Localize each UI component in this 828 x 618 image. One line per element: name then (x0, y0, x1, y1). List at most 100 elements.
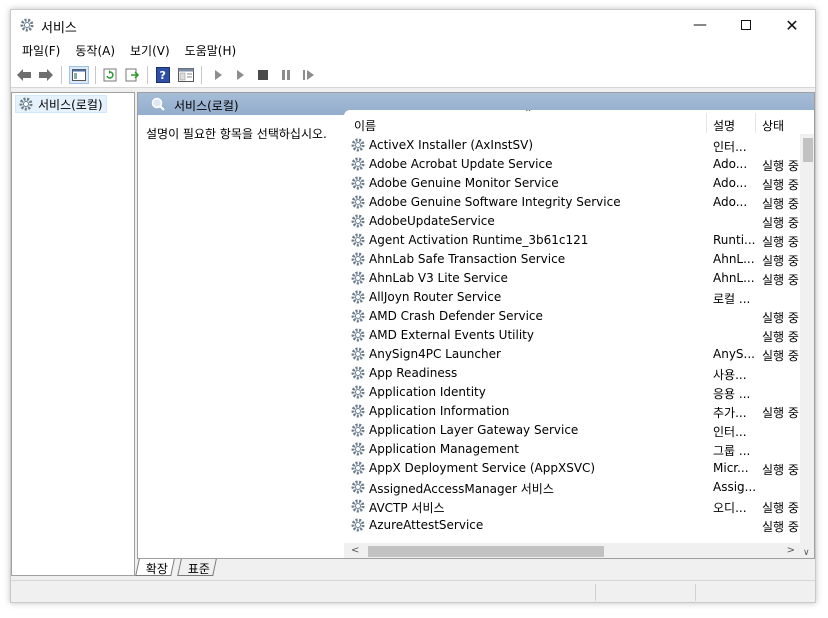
table-row[interactable]: Application Information 추가... 실행 중 (344, 402, 800, 421)
service-name: Adobe Genuine Monitor Service (369, 176, 559, 190)
service-status: 실행 중 (762, 330, 799, 344)
table-row[interactable]: AnySign4PC Launcher AnyS... 실행 중 (344, 345, 800, 364)
service-gear-icon (350, 156, 366, 175)
back-arrow-icon (17, 69, 31, 81)
vertical-scroll-thumb[interactable] (803, 138, 813, 162)
service-status: 실행 중 (762, 178, 799, 192)
export-list-button[interactable] (123, 66, 141, 84)
service-gear-icon (350, 289, 366, 308)
service-description: 오디... (713, 501, 747, 515)
service-description: Runti... (713, 233, 756, 247)
service-status: 실행 중 (762, 501, 799, 515)
table-row[interactable]: AMD Crash Defender Service 실행 중 (344, 307, 800, 326)
minimize-icon: — (693, 17, 707, 33)
table-row[interactable]: AssignedAccessManager 서비스 Assig... (344, 478, 800, 497)
service-description: Ado... (713, 157, 748, 171)
refresh-button[interactable] (101, 66, 119, 84)
start-service-alt-button[interactable] (231, 66, 249, 84)
menu-view[interactable]: 보기(V) (123, 40, 178, 62)
service-status: 실행 중 (762, 311, 799, 325)
service-description: 인터... (713, 425, 747, 439)
table-row[interactable]: AhnLab V3 Lite Service AhnL... 실행 중 (344, 269, 800, 288)
refresh-icon (103, 68, 117, 82)
show-hide-console-tree-icon (72, 69, 86, 81)
service-name: AllJoyn Router Service (369, 290, 502, 304)
table-row[interactable]: AVCTP 서비스 오디... 실행 중 (344, 497, 800, 516)
table-row[interactable]: AdobeUpdateService 실행 중 (344, 212, 800, 231)
properties-icon (178, 68, 194, 82)
restart-service-button[interactable] (300, 66, 318, 84)
stop-service-button[interactable] (254, 66, 272, 84)
column-header-description[interactable]: 설명 (713, 117, 735, 134)
menu-action[interactable]: 동작(A) (68, 40, 123, 62)
minimize-button[interactable]: — (677, 10, 723, 40)
table-row[interactable]: Adobe Genuine Software Integrity Service… (344, 193, 800, 212)
service-gear-icon (350, 327, 366, 346)
pause-service-button[interactable] (277, 66, 295, 84)
table-row[interactable]: Adobe Acrobat Update Service Ado... 실행 중 (344, 155, 800, 174)
show-hide-console-tree-button[interactable] (69, 66, 89, 84)
service-description: Ado... (713, 195, 748, 209)
scroll-down-icon[interactable]: ∨ (803, 548, 810, 558)
toolbar: ? (11, 62, 815, 88)
scroll-left-icon[interactable]: < (351, 545, 359, 556)
table-row[interactable]: Application Layer Gateway Service 인터... (344, 421, 800, 440)
table-row[interactable]: Adobe Genuine Monitor Service Ado... 실행 중 (344, 174, 800, 193)
window-title: 서비스 (41, 21, 77, 36)
sort-ascending-icon: ⌃ (524, 110, 533, 119)
console-tree: 서비스(로컬) (11, 92, 135, 576)
service-status: 실행 중 (762, 273, 799, 287)
table-row[interactable]: AllJoyn Router Service 로컬 ... (344, 288, 800, 307)
svg-text:?: ? (160, 69, 166, 82)
menu-file[interactable]: 파일(F) (15, 40, 68, 62)
column-divider[interactable] (706, 113, 707, 133)
table-row[interactable]: AMD External Events Utility 실행 중 (344, 326, 800, 345)
start-service-button[interactable] (209, 66, 227, 84)
table-row[interactable]: AppX Deployment Service (AppXSVC) Micr...… (344, 459, 800, 478)
tab-standard[interactable]: 표준 (177, 559, 217, 576)
column-divider[interactable] (755, 113, 756, 133)
help-button[interactable]: ? (154, 66, 172, 84)
table-row[interactable]: AhnLab Safe Transaction Service AhnL... 실행… (344, 250, 800, 269)
service-gear-icon (350, 251, 366, 270)
service-gear-icon (350, 308, 366, 327)
export-list-icon (125, 68, 139, 82)
service-gear-icon (350, 365, 366, 384)
maximize-icon (741, 20, 751, 30)
forward-button[interactable] (37, 66, 55, 84)
service-status: 실행 중 (762, 254, 799, 268)
back-button[interactable] (15, 66, 33, 84)
maximize-button[interactable] (723, 10, 769, 40)
table-row[interactable]: ActiveX Installer (AxInstSV) 인터... (344, 136, 800, 155)
scroll-right-icon[interactable]: > (787, 545, 795, 556)
toolbar-separator (201, 66, 202, 84)
vertical-scrollbar[interactable]: ∨ (800, 134, 814, 558)
services-list: ⌃ 이름 설명 상태 ActiveX Installer (AxInstSV) 인… (344, 110, 814, 558)
column-header-status[interactable]: 상태 (762, 117, 784, 134)
table-row[interactable]: Application Management 그룹 ... (344, 440, 800, 459)
service-name: App Readiness (369, 366, 458, 380)
close-button[interactable]: ✕ (769, 10, 815, 40)
title-bar[interactable]: 서비스 — ✕ (11, 10, 815, 40)
menu-help[interactable]: 도움말(H) (178, 40, 245, 62)
service-gear-icon (350, 194, 366, 213)
table-row[interactable]: Agent Activation Runtime_3b61c121 Runti..… (344, 231, 800, 250)
service-name: AVCTP 서비스 (369, 501, 445, 515)
service-gear-icon (350, 517, 366, 536)
table-row[interactable]: App Readiness 사용... (344, 364, 800, 383)
toolbar-separator (95, 66, 96, 84)
horizontal-scroll-thumb[interactable] (368, 546, 604, 557)
table-row[interactable]: AzureAttestService 실행 중 (344, 516, 800, 535)
properties-button[interactable] (177, 66, 195, 84)
column-header-name[interactable]: 이름 (354, 117, 376, 134)
service-name: AMD Crash Defender Service (369, 309, 543, 323)
tab-extended[interactable]: 확장 (135, 559, 175, 576)
status-bar-divider (695, 584, 696, 601)
service-description: 그룹 ... (713, 444, 751, 458)
horizontal-scrollbar[interactable]: < > (344, 543, 800, 558)
service-description: AhnL... (713, 271, 755, 285)
stop-service-icon (258, 70, 268, 80)
tree-item-services-local[interactable]: 서비스(로컬) (15, 95, 107, 113)
menu-bar: 파일(F) 동작(A) 보기(V) 도움말(H) (11, 40, 815, 62)
table-row[interactable]: Application Identity 응용 ... (344, 383, 800, 402)
